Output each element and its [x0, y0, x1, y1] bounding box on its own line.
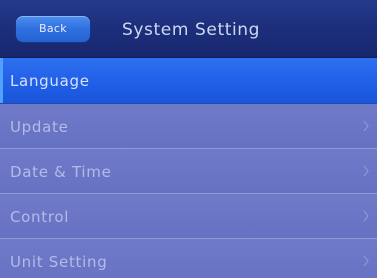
chevron-right-icon — [363, 210, 369, 222]
page-title: System Setting — [122, 20, 261, 40]
menu-item-update[interactable]: Update — [0, 104, 377, 149]
menu-item-label: Control — [10, 208, 70, 226]
chevron-right-icon — [363, 165, 369, 177]
menu-item-control[interactable]: Control — [0, 194, 377, 239]
menu-item-label: Date & Time — [10, 163, 112, 181]
menu-item-label: Update — [10, 118, 69, 136]
back-button[interactable]: Back — [16, 16, 90, 42]
chevron-right-icon — [363, 120, 369, 132]
settings-menu: Language Update Date & Time Control Unit… — [0, 58, 377, 278]
menu-item-unit-setting[interactable]: Unit Setting — [0, 239, 377, 278]
system-setting-screen: Back System Setting Language Update Date… — [0, 0, 377, 278]
menu-item-language[interactable]: Language — [0, 58, 377, 104]
menu-item-label: Language — [10, 72, 90, 90]
menu-item-label: Unit Setting — [10, 253, 108, 271]
chevron-right-icon — [363, 255, 369, 267]
menu-item-date-time[interactable]: Date & Time — [0, 149, 377, 194]
header-bar: Back System Setting — [0, 0, 377, 58]
